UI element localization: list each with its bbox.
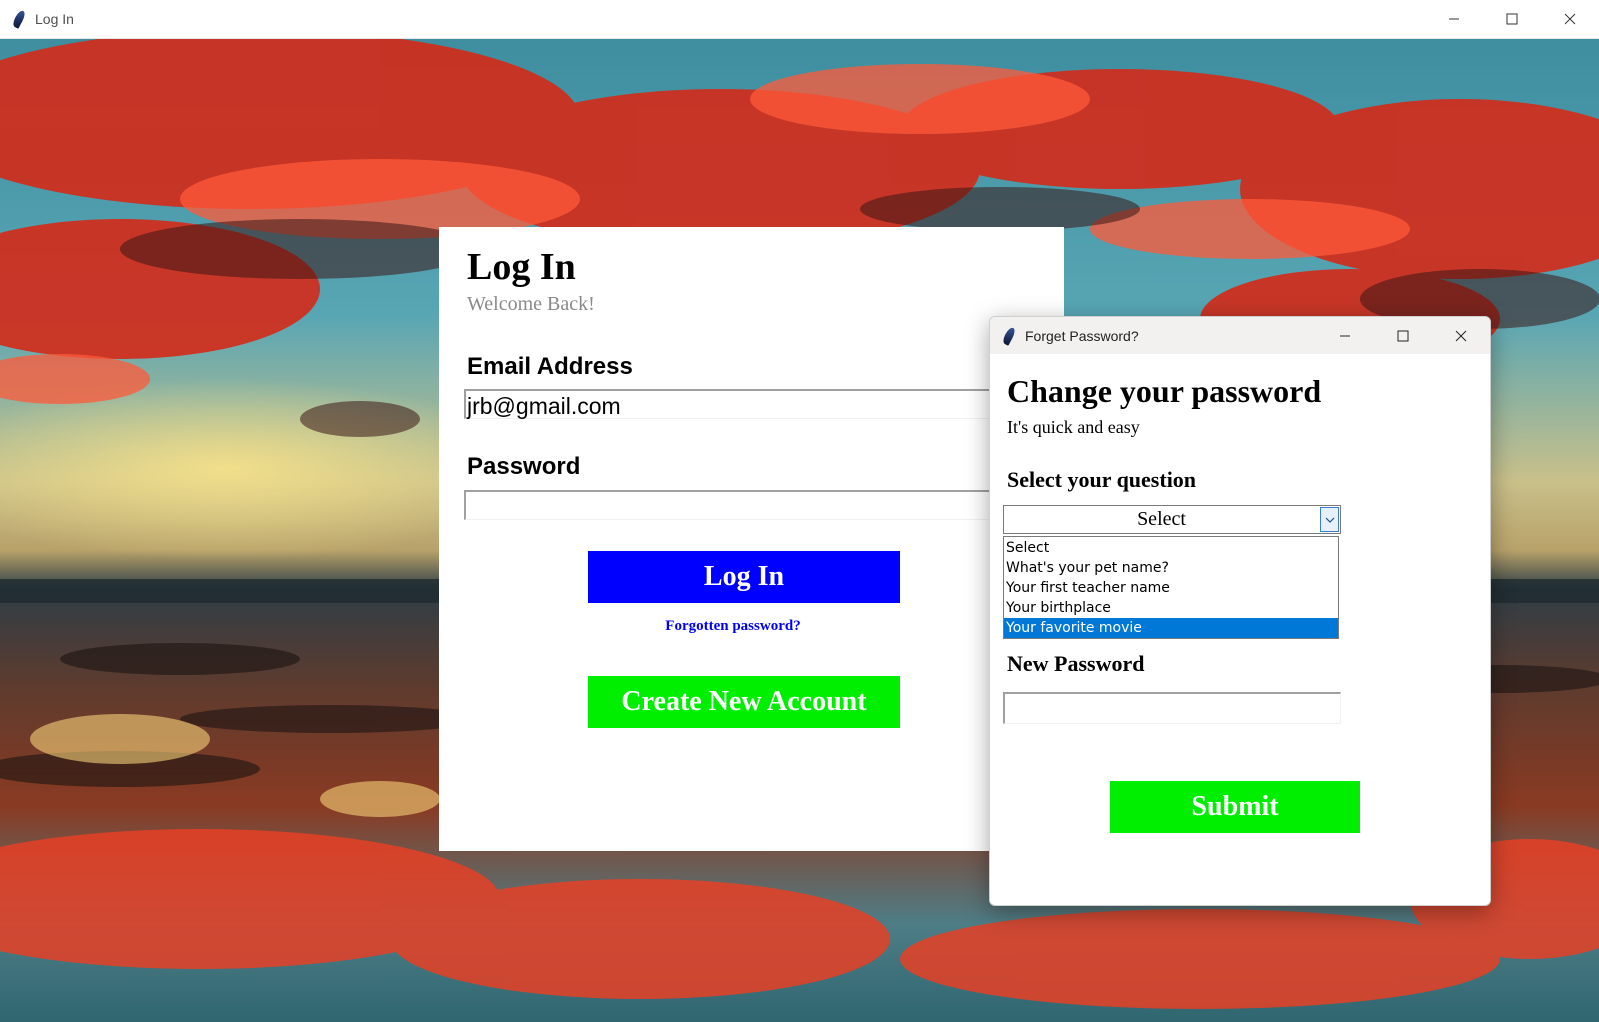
dropdown-arrow-button[interactable] [1320, 507, 1339, 532]
dialog-window-controls [1316, 317, 1490, 354]
dialog-close-button[interactable] [1432, 317, 1490, 354]
forgotten-password-link[interactable]: Forgotten password? [588, 618, 878, 635]
create-account-button[interactable]: Create New Account [588, 676, 900, 728]
minimize-button[interactable] [1425, 0, 1483, 38]
close-button[interactable] [1541, 0, 1599, 38]
window-controls [1425, 0, 1599, 38]
dropdown-option[interactable]: Your first teacher name [1004, 578, 1338, 598]
new-password-field[interactable] [1003, 692, 1341, 724]
minimize-icon [1449, 18, 1459, 20]
submit-button[interactable]: Submit [1110, 781, 1360, 833]
dialog-title: Forget Password? [1025, 327, 1139, 344]
question-combobox[interactable]: Select [1003, 505, 1341, 534]
password-label: Password [467, 453, 581, 480]
change-password-heading: Change your password [1007, 373, 1322, 409]
login-subtitle: Welcome Back! [467, 293, 595, 315]
dropdown-option[interactable]: Select [1004, 538, 1338, 558]
question-dropdown-list[interactable]: Select What's your pet name? Your first … [1003, 536, 1339, 639]
feather-icon [1001, 325, 1017, 346]
change-password-subheading: It's quick and easy [1007, 417, 1140, 437]
login-card: Log In Welcome Back! Email Address jrb@g… [439, 227, 1064, 851]
main-titlebar[interactable]: Log In [0, 0, 1599, 39]
question-combobox-value: Select [1137, 508, 1186, 530]
password-field[interactable] [464, 490, 1004, 520]
maximize-icon [1506, 13, 1518, 25]
dialog-maximize-button[interactable] [1374, 317, 1432, 354]
maximize-button[interactable] [1483, 0, 1541, 38]
login-title: Log In [467, 246, 576, 288]
feather-icon [11, 9, 27, 29]
chevron-down-icon [1325, 517, 1334, 523]
new-password-label: New Password [1007, 651, 1145, 676]
dialog-titlebar[interactable]: Forget Password? [990, 317, 1490, 354]
email-label: Email Address [467, 353, 633, 380]
maximize-icon [1397, 330, 1409, 341]
login-button[interactable]: Log In [588, 551, 900, 603]
minimize-icon [1340, 335, 1350, 336]
window-title: Log In [35, 11, 74, 27]
dropdown-option[interactable]: What's your pet name? [1004, 558, 1338, 578]
dropdown-option-selected[interactable]: Your favorite movie [1004, 618, 1338, 638]
forget-password-dialog: Forget Password? Change your password It… [989, 316, 1491, 906]
dialog-minimize-button[interactable] [1316, 317, 1374, 354]
close-icon [1455, 330, 1467, 341]
dropdown-option[interactable]: Your birthplace [1004, 598, 1338, 618]
email-field[interactable]: jrb@gmail.com [464, 389, 1004, 419]
close-icon [1564, 13, 1576, 25]
question-label: Select your question [1007, 467, 1197, 492]
